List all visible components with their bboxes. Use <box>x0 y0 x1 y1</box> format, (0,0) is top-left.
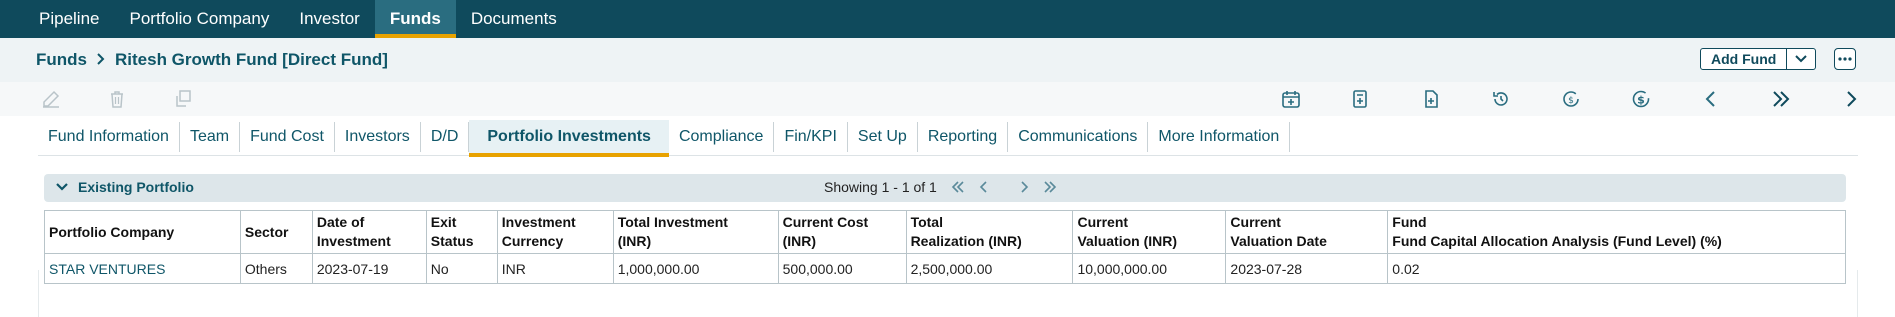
portfolio-table: Portfolio Company Sector Date of Investme… <box>44 210 1846 284</box>
tab-more-information[interactable]: More Information <box>1148 122 1291 152</box>
add-fund-button[interactable]: Add Fund <box>1701 49 1788 69</box>
add-fund-button-group: Add Fund <box>1700 48 1817 70</box>
table-cell: 10,000,000.00 <box>1072 253 1227 284</box>
table-cell: 500,000.00 <box>777 253 907 284</box>
more-options-icon[interactable] <box>1834 48 1856 70</box>
pager-status: Showing 1 - 1 of 1 <box>824 179 937 195</box>
chevron-down-icon[interactable] <box>1787 49 1815 69</box>
tabs-bar: Fund Information Team Fund Cost Investor… <box>38 116 1858 157</box>
dollar-cycle-icon[interactable]: $ <box>1630 88 1652 110</box>
breadcrumb-root-link[interactable]: Funds <box>36 50 87 70</box>
table-cell: INR <box>496 253 614 284</box>
column-header[interactable]: Current Valuation (INR) <box>1072 210 1227 254</box>
panel-title[interactable]: Existing Portfolio <box>56 179 194 195</box>
panel-title-label: Existing Portfolio <box>78 179 194 195</box>
pager: Showing 1 - 1 of 1 <box>824 179 1057 195</box>
chevron-right-icon <box>96 52 106 69</box>
edit-icon[interactable] <box>40 88 62 110</box>
next-page-icon[interactable] <box>1019 181 1029 193</box>
column-header[interactable]: Investment Currency <box>496 210 614 254</box>
history-icon[interactable] <box>1490 88 1512 110</box>
column-header[interactable]: Current Valuation Date <box>1225 210 1389 254</box>
table-cell: 2023-07-28 <box>1225 253 1389 284</box>
tab-list: Fund Information Team Fund Cost Investor… <box>38 120 1291 157</box>
tab-set-up[interactable]: Set Up <box>848 122 918 152</box>
table-cell: 1,000,000.00 <box>612 253 779 284</box>
portfolio-company-link[interactable]: STAR VENTURES <box>44 253 241 284</box>
file-add-icon[interactable] <box>1420 88 1442 110</box>
svg-text:$: $ <box>1637 94 1645 107</box>
table-cell: No <box>425 253 498 284</box>
last-icon[interactable] <box>1770 88 1792 110</box>
calculator-icon[interactable] <box>1349 88 1371 110</box>
column-header[interactable]: Total Investment (INR) <box>612 210 779 254</box>
first-page-icon[interactable] <box>951 181 965 193</box>
existing-portfolio-panel-header[interactable]: Existing Portfolio Showing 1 - 1 of 1 <box>44 174 1846 202</box>
nav-item-portfolio-company[interactable]: Portfolio Company <box>115 0 285 38</box>
currency-cycle-icon[interactable]: $ <box>1560 88 1582 110</box>
table-cell: Others <box>239 253 313 284</box>
nav-item-documents[interactable]: Documents <box>456 0 572 38</box>
table-cell: 0.02 <box>1387 253 1846 284</box>
tab-compliance[interactable]: Compliance <box>669 122 775 152</box>
table-header-row: Portfolio Company Sector Date of Investme… <box>44 210 1846 254</box>
calendar-add-icon[interactable] <box>1280 88 1302 110</box>
svg-text:$: $ <box>1568 96 1574 106</box>
tab-team[interactable]: Team <box>180 122 241 152</box>
tab-fin-kpi[interactable]: Fin/KPI <box>774 122 848 152</box>
column-header[interactable]: Sector <box>239 210 313 254</box>
prev-icon[interactable] <box>1700 88 1722 110</box>
last-page-icon[interactable] <box>1043 181 1057 193</box>
tab-communications[interactable]: Communications <box>1008 122 1149 152</box>
tab-dd[interactable]: D/D <box>421 122 470 152</box>
copy-icon[interactable] <box>172 88 194 110</box>
tab-portfolio-investments[interactable]: Portfolio Investments <box>469 120 669 157</box>
page-header: Funds Ritesh Growth Fund [Direct Fund] A… <box>0 38 1895 82</box>
column-header[interactable]: Total Realization (INR) <box>905 210 1074 254</box>
table-cell: 2,500,000.00 <box>905 253 1074 284</box>
nav-item-investor[interactable]: Investor <box>284 0 374 38</box>
delete-icon[interactable] <box>106 88 128 110</box>
table-cell: 2023-07-19 <box>311 253 427 284</box>
tab-reporting[interactable]: Reporting <box>918 122 1009 152</box>
nav-item-funds[interactable]: Funds <box>374 0 456 38</box>
breadcrumb-current: Ritesh Growth Fund [Direct Fund] <box>115 50 388 69</box>
column-header[interactable]: Date of Investment <box>311 210 427 254</box>
column-header[interactable]: Fund Fund Capital Allocation Analysis (Fu… <box>1387 210 1846 254</box>
prev-page-icon[interactable] <box>979 181 989 193</box>
chevron-down-icon[interactable] <box>56 183 68 191</box>
top-nav: Pipeline Portfolio Company Investor Fund… <box>0 0 1895 38</box>
breadcrumb: Funds Ritesh Growth Fund [Direct Fund] <box>36 50 388 70</box>
tab-fund-cost[interactable]: Fund Cost <box>240 122 335 152</box>
column-header[interactable]: Current Cost (INR) <box>777 210 907 254</box>
toolbar: $ $ <box>0 82 1895 116</box>
column-header[interactable]: Exit Status <box>425 210 498 254</box>
next-icon[interactable] <box>1840 88 1862 110</box>
tab-fund-information[interactable]: Fund Information <box>38 122 180 152</box>
nav-item-pipeline[interactable]: Pipeline <box>24 0 115 38</box>
tab-investors[interactable]: Investors <box>335 122 421 152</box>
table-row[interactable]: STAR VENTURES Others 2023-07-19 No INR 1… <box>44 253 1846 284</box>
column-header[interactable]: Portfolio Company <box>44 210 241 254</box>
